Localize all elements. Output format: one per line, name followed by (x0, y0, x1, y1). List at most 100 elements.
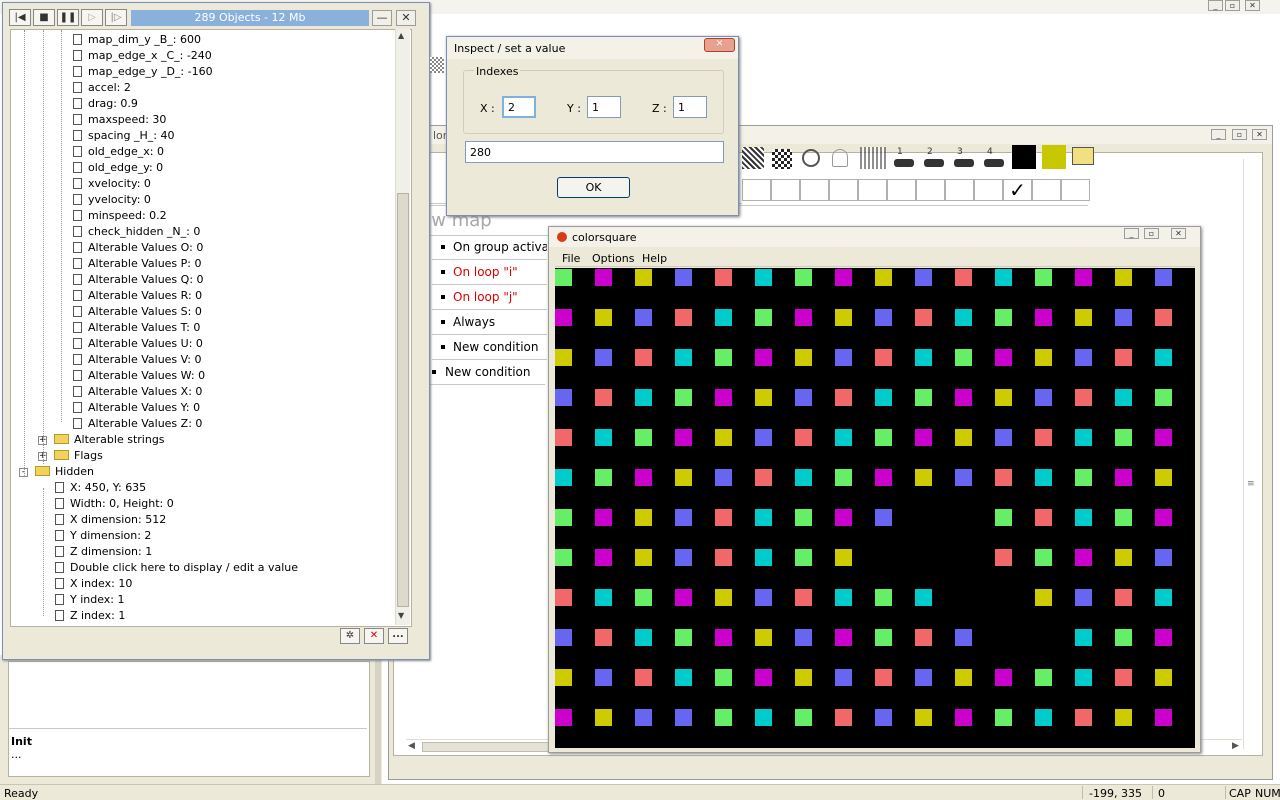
tick-cell[interactable] (771, 179, 800, 201)
colorsquare-maximize-icon[interactable]: ▫ (1144, 228, 1159, 239)
event-row-loop-j[interactable]: On loop "j" (432, 286, 547, 310)
stop-icon[interactable]: ■ (33, 9, 55, 26)
tree-item[interactable]: Alterable Values O: 0 (73, 240, 203, 256)
tree-item[interactable]: Alterable Values W: 0 (73, 368, 205, 384)
step-icon[interactable]: |▷ (105, 9, 127, 26)
player-1-icon[interactable]: 1 (892, 147, 916, 169)
tree-item[interactable]: Y dimension: 2 (55, 528, 151, 544)
tree-item[interactable]: old_edge_x: 0 (73, 144, 164, 160)
editor-maximize-icon[interactable]: ▫ (1232, 129, 1247, 140)
backdrop-object-icon[interactable] (1012, 145, 1036, 169)
event-row-group-activated[interactable]: On group activat (432, 236, 547, 260)
tree-item[interactable]: Alterable Values X: 0 (73, 384, 202, 400)
player-2-icon[interactable]: 2 (922, 147, 946, 169)
tick-cell[interactable] (1032, 179, 1061, 201)
tree-item[interactable]: map_edge_y _D_: -160 (73, 64, 213, 80)
tick-cell[interactable] (887, 179, 916, 201)
tree-item[interactable]: check_hidden _N_: 0 (73, 224, 200, 240)
tree-item[interactable]: Alterable Values S: 0 (73, 304, 202, 320)
tick-cell[interactable] (974, 179, 1003, 201)
player-4-icon[interactable]: 4 (982, 147, 1006, 169)
tree-item[interactable]: Alterable Values P: 0 (73, 256, 202, 272)
event-row-always[interactable]: Always (432, 311, 547, 335)
tree-item[interactable]: Alterable Values Y: 0 (73, 400, 200, 416)
tree-item[interactable]: Z index: 1 (55, 608, 125, 624)
tree-item[interactable]: Z dimension: 1 (55, 544, 152, 560)
tree-item[interactable]: X index: 10 (55, 576, 132, 592)
array-object-icon[interactable] (1072, 147, 1094, 165)
tree-item[interactable]: X dimension: 512 (55, 512, 166, 528)
menu-options[interactable]: Options (592, 252, 634, 265)
tree-item[interactable]: accel: 2 (73, 80, 131, 96)
active-object-icon[interactable] (1042, 145, 1066, 169)
dialog-close-icon[interactable]: ✕ (704, 38, 735, 52)
first-icon[interactable]: |◀ (9, 9, 31, 26)
tick-cell[interactable] (858, 179, 887, 201)
editor-vertical-scrollbar[interactable]: ≡ (1243, 159, 1258, 749)
play-icon[interactable]: ▷ (81, 9, 103, 26)
more-icon[interactable]: ... (388, 628, 408, 644)
tick-cell[interactable] (800, 179, 829, 201)
tree-item[interactable]: Width: 0, Height: 0 (55, 496, 174, 512)
tree-item[interactable]: X: 450, Y: 635 (55, 480, 146, 496)
grid-icon[interactable] (430, 57, 444, 73)
tick-cell[interactable] (829, 179, 858, 201)
object-tree[interactable]: map_dim_y _B_: 600 map_edge_x _C_: -240 ma… (10, 29, 412, 627)
tree-item[interactable]: Alterable Values R: 0 (73, 288, 202, 304)
tree-item[interactable]: Alterable Values Q: 0 (73, 272, 204, 288)
tree-item[interactable]: maxspeed: 30 (73, 112, 166, 128)
refresh-icon[interactable]: ✲ (340, 628, 360, 644)
value-input[interactable] (465, 141, 724, 163)
timer-icon[interactable] (802, 149, 820, 167)
tree-vertical-scrollbar[interactable]: ▲ ▼ (395, 29, 410, 625)
editor-close-icon[interactable]: ✕ (1252, 129, 1267, 140)
ok-button[interactable]: OK (557, 177, 630, 198)
tick-cell[interactable] (1061, 179, 1090, 201)
z-index-input[interactable] (673, 96, 707, 118)
tree-folder-flags[interactable]: Flags (54, 448, 103, 464)
keyboard-icon[interactable] (860, 147, 886, 169)
tree-item[interactable]: map_edge_x _C_: -240 (73, 48, 212, 64)
tree-item[interactable]: Alterable Values U: 0 (73, 336, 203, 352)
x-index-input[interactable] (502, 96, 536, 118)
event-row-loop-i[interactable]: On loop "i" (432, 261, 547, 285)
tree-item[interactable]: Alterable Values Z: 0 (73, 416, 202, 432)
tree-item[interactable]: minspeed: 0.2 (73, 208, 167, 224)
colorsquare-minimize-icon[interactable]: _ (1124, 228, 1139, 239)
tree-item[interactable]: xvelocity: 0 (73, 176, 151, 192)
editor-minimize-icon[interactable]: _ (1211, 129, 1226, 140)
new-condition-button[interactable]: New condition (430, 361, 545, 385)
menu-file[interactable]: File (562, 252, 580, 265)
tree-folder-alterable-strings[interactable]: Alterable strings (54, 432, 165, 448)
colorsquare-close-icon[interactable]: ✕ (1171, 228, 1186, 239)
panel-minimize-icon[interactable]: — (372, 10, 392, 26)
panel-close-icon[interactable]: ✕ (396, 10, 416, 26)
tree-item[interactable]: map_dim_y _B_: 600 (73, 32, 201, 48)
tick-cell[interactable] (945, 179, 974, 201)
tree-item[interactable]: drag: 0.9 (73, 96, 138, 112)
object-icon[interactable] (772, 149, 792, 169)
event-notes-area[interactable]: Init ... (8, 661, 370, 777)
tree-scroll-thumb[interactable] (397, 193, 409, 607)
tree-folder-hidden[interactable]: Hidden (35, 464, 94, 480)
restore-icon[interactable]: ▫ (1225, 0, 1240, 11)
minimize-icon[interactable]: _ (1208, 0, 1223, 11)
tree-item[interactable]: old_edge_y: 0 (73, 160, 163, 176)
tree-item[interactable]: spacing _H_: 40 (73, 128, 174, 144)
game-canvas[interactable] (555, 268, 1195, 748)
tree-item[interactable]: yvelocity: 0 (73, 192, 151, 208)
mouse-icon[interactable] (832, 149, 848, 167)
pause-icon[interactable]: ❚❚ (57, 9, 79, 26)
event-row-new-condition[interactable]: New condition (432, 336, 547, 360)
menu-help[interactable]: Help (642, 252, 667, 265)
close-icon[interactable]: ✕ (1245, 0, 1260, 11)
player-3-icon[interactable]: 3 (952, 147, 976, 169)
tree-item[interactable]: Alterable Values V: 0 (73, 352, 202, 368)
tick-cell[interactable] (916, 179, 945, 201)
object-icon[interactable] (742, 147, 764, 169)
tick-cell[interactable] (742, 179, 771, 201)
tree-item[interactable]: Alterable Values T: 0 (73, 320, 200, 336)
tree-item[interactable]: Y index: 1 (55, 592, 125, 608)
delete-icon[interactable]: ✕ (364, 628, 384, 644)
tree-item[interactable]: Double click here to display / edit a va… (55, 560, 298, 576)
